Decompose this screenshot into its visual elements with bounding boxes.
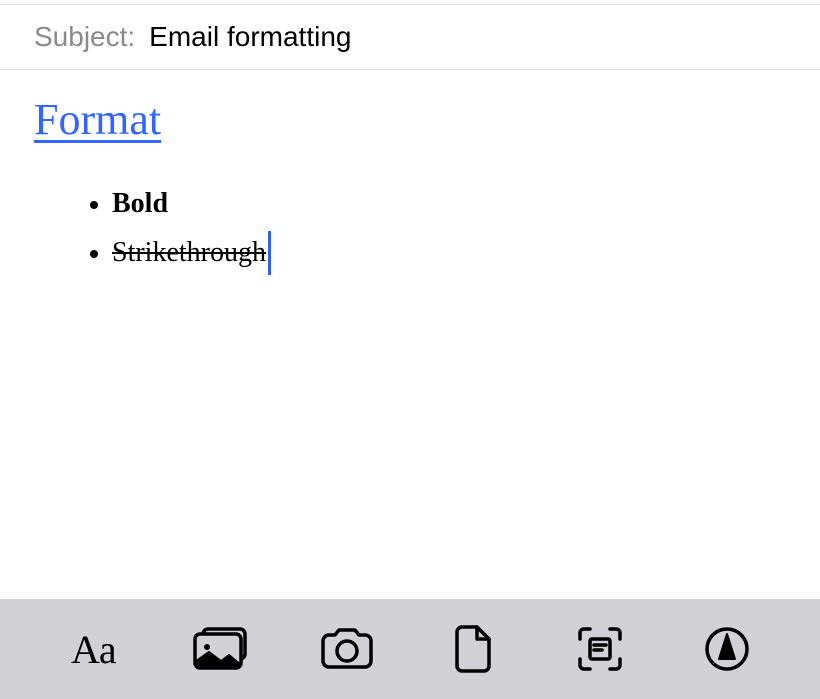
photo-library-button[interactable]	[180, 609, 260, 689]
subject-value[interactable]: Email formatting	[149, 21, 351, 53]
document-button[interactable]	[433, 609, 513, 689]
scan-button[interactable]	[560, 609, 640, 689]
subject-row[interactable]: Subject: Email formatting	[0, 5, 820, 69]
camera-button[interactable]	[307, 609, 387, 689]
email-body[interactable]: Format Bold Strikethrough	[0, 70, 820, 277]
markup-icon	[703, 625, 751, 673]
list-item[interactable]: Strikethrough	[112, 228, 786, 277]
format-toolbar: Aa	[0, 599, 820, 699]
body-heading[interactable]: Format	[34, 94, 786, 145]
photo-library-icon	[191, 625, 249, 673]
subject-label: Subject:	[34, 21, 135, 53]
bullet-list[interactable]: Bold Strikethrough	[34, 179, 786, 277]
camera-icon	[319, 627, 375, 671]
bold-text: Bold	[112, 188, 168, 219]
text-cursor	[268, 231, 271, 275]
document-icon	[453, 624, 493, 674]
text-style-icon: Aa	[71, 626, 116, 673]
text-style-button[interactable]: Aa	[53, 609, 133, 689]
strikethrough-text: Strikethrough	[112, 237, 266, 268]
list-item[interactable]: Bold	[112, 179, 786, 228]
markup-button[interactable]	[687, 609, 767, 689]
scan-icon	[576, 625, 624, 673]
